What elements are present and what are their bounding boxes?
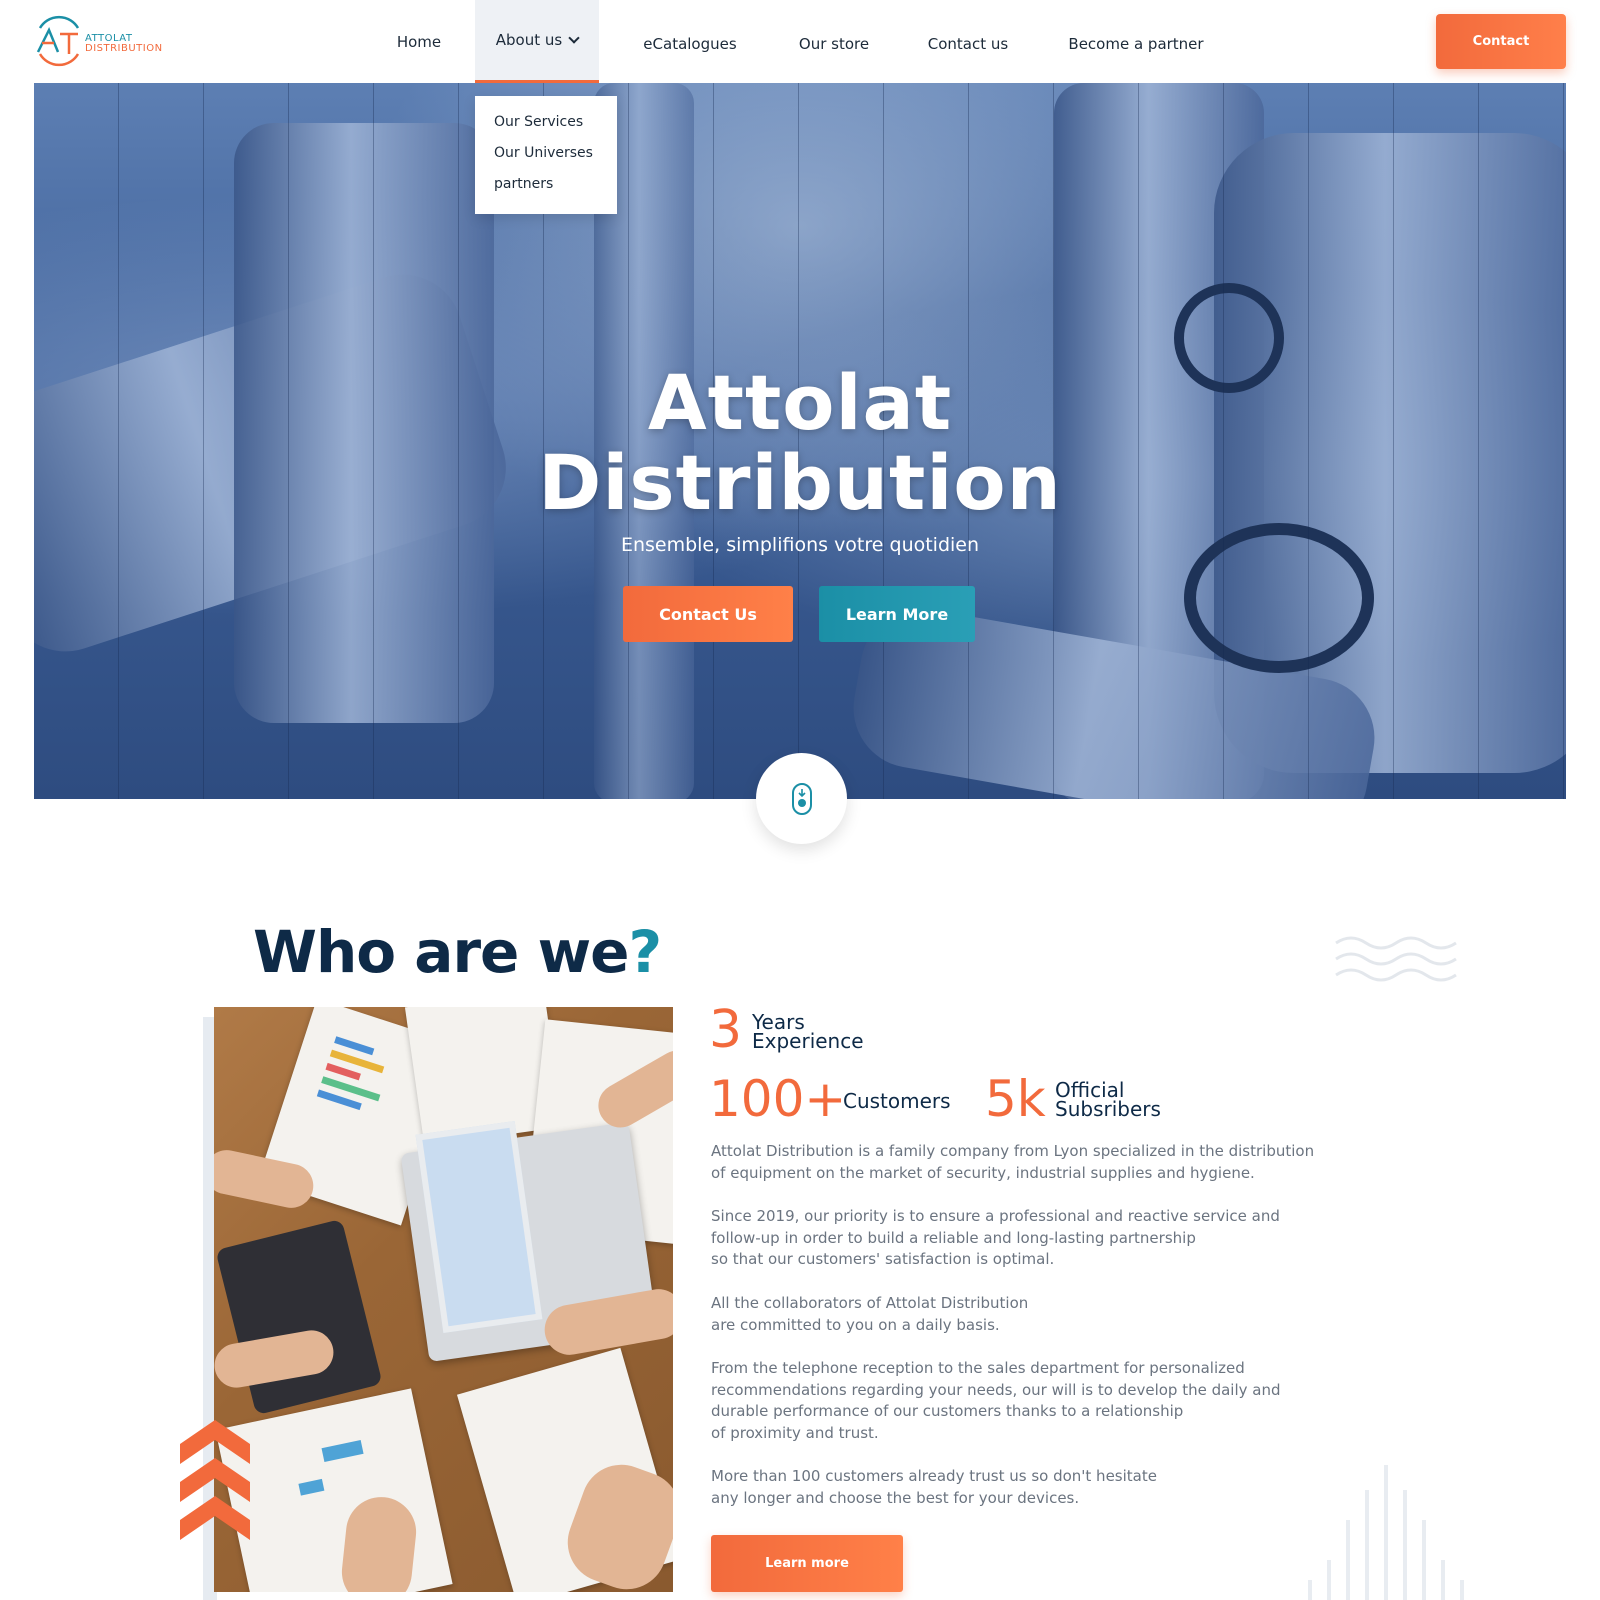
about-us-dropdown-menu: Our Services Our Universes partners <box>475 96 617 214</box>
site-header: ATTOLAT DISTRIBUTION Home About us eCata… <box>0 0 1600 84</box>
logo-wordmark: ATTOLAT DISTRIBUTION <box>85 34 163 54</box>
paragraph-line: durable performance of our customers tha… <box>711 1402 1184 1421</box>
paragraph-line: so that our customers' satisfaction is o… <box>711 1250 1055 1269</box>
about-learn-more-button[interactable]: Learn more <box>711 1535 903 1592</box>
hero-title: Attolat Distribution <box>34 363 1566 523</box>
hero-banner: Attolat Distribution Ensemble, simplifio… <box>34 83 1566 799</box>
nav-become-partner[interactable]: Become a partner <box>1066 0 1206 84</box>
dropdown-item-our-universes[interactable]: Our Universes <box>494 145 593 161</box>
decorative-waves-icon <box>1335 936 1457 982</box>
nav-ecatalogues[interactable]: eCatalogues <box>640 0 740 84</box>
nav-about-us[interactable]: About us <box>475 0 599 84</box>
paragraph-line: recommendations regarding your needs, ou… <box>711 1380 1281 1399</box>
scroll-down-button[interactable] <box>756 753 847 844</box>
hero-title-line-1: Attolat <box>647 358 953 447</box>
nav-about-label: About us <box>495 31 563 49</box>
about-paragraph-4: From the telephone reception to the sale… <box>711 1358 1331 1444</box>
about-paragraph-1: Attolat Distribution is a family company… <box>711 1141 1331 1184</box>
nav-our-store[interactable]: Our store <box>796 0 872 84</box>
about-title-question-mark: ? <box>628 918 663 986</box>
dropdown-item-our-services[interactable]: Our Services <box>494 114 583 130</box>
paragraph-line: any longer and choose the best for your … <box>711 1488 1080 1507</box>
nav-contact-us[interactable]: Contact us <box>924 0 1012 84</box>
paragraph-line: All the collaborators of Attolat Distrib… <box>711 1294 1029 1312</box>
about-paragraph-2: Since 2019, our priority is to ensure a … <box>711 1206 1331 1271</box>
paragraph-line: From the telephone reception to the sale… <box>711 1359 1245 1377</box>
stat-customers-label: Customers <box>843 1089 951 1113</box>
stat-subscribers-value: 5k <box>985 1070 1046 1128</box>
stat-years-label-line-2: Experience <box>752 1029 864 1053</box>
nav-ecatalogues-label: eCatalogues <box>643 35 737 53</box>
hero-learn-more-button[interactable]: Learn More <box>819 586 975 642</box>
hero-subtitle: Ensemble, simplifions votre quotidien <box>620 534 980 556</box>
hero-title-line-2: Distribution <box>538 438 1062 527</box>
paragraph-line: Since 2019, our priority is to ensure a … <box>711 1207 1280 1225</box>
paragraph-line: Attolat Distribution is a family company… <box>711 1142 1315 1160</box>
stat-subscribers-label-line-2: Subsribers <box>1055 1097 1161 1121</box>
nav-partner-label: Become a partner <box>1068 35 1204 53</box>
paragraph-line: of equipment on the market of security, … <box>711 1163 1255 1182</box>
logo-line-2: DISTRIBUTION <box>85 43 163 54</box>
logo-mark-icon <box>36 15 80 67</box>
decorative-chevrons-icon <box>180 1420 250 1540</box>
paper-chart-icon <box>298 1439 364 1496</box>
stat-years-value: 3 <box>709 1000 743 1060</box>
hero-contact-us-button[interactable]: Contact Us <box>623 586 793 642</box>
about-paragraph-3: All the collaborators of Attolat Distrib… <box>711 1293 1331 1336</box>
header-contact-button[interactable]: Contact <box>1436 14 1566 69</box>
stat-years-label: Years Experience <box>752 1012 864 1053</box>
nav-home-label: Home <box>396 33 442 51</box>
about-title-text: Who are we <box>253 918 629 986</box>
stat-subscribers-label: Official Subsribers <box>1055 1080 1161 1121</box>
team-meeting-photo <box>214 1007 673 1592</box>
paragraph-line: of proximity and trust. <box>711 1423 879 1442</box>
decorative-bars-icon <box>1308 1465 1464 1600</box>
paragraph-line: are committed to you on a daily basis. <box>711 1315 1000 1334</box>
paragraph-line: More than 100 customers already trust us… <box>711 1467 1157 1485</box>
nav-home[interactable]: Home <box>386 0 452 84</box>
paragraph-line: follow-up in order to build a reliable a… <box>711 1228 1196 1247</box>
chevron-down-icon <box>568 31 580 44</box>
stat-customers-value: 100+ <box>709 1070 847 1128</box>
nav-contact-label: Contact us <box>927 35 1009 53</box>
about-section-title: Who are we? <box>253 918 663 986</box>
nav-store-label: Our store <box>798 35 870 53</box>
photo-paper-chart-shape <box>215 1388 453 1592</box>
brand-logo[interactable]: ATTOLAT DISTRIBUTION <box>32 12 172 72</box>
mouse-scroll-icon <box>791 782 812 815</box>
dropdown-item-partners[interactable]: partners <box>494 176 553 192</box>
about-paragraph-5: More than 100 customers already trust us… <box>711 1466 1331 1509</box>
